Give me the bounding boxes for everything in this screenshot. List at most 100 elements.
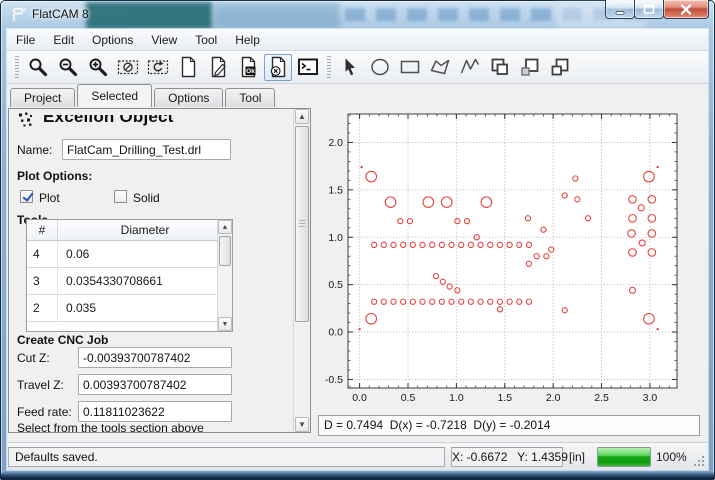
panel-scrollbar[interactable]: ▲ ▼ xyxy=(293,109,310,432)
zoom-out-icon xyxy=(57,56,79,78)
maximize-button[interactable] xyxy=(634,0,664,19)
zoom-fit-icon xyxy=(27,56,49,78)
zoom-fit-button[interactable] xyxy=(24,54,52,81)
tab-selected[interactable]: Selected xyxy=(77,84,152,107)
menu-item-view[interactable]: View xyxy=(142,29,186,50)
travelz-label: Travel Z: xyxy=(17,378,64,392)
tool-diameter-cell: 0.06 xyxy=(58,241,232,267)
toolbar-handle[interactable] xyxy=(15,56,19,78)
tools-hint: Select from the tools section above xyxy=(17,421,204,433)
drill-point xyxy=(360,166,362,168)
progress-percent-label: 100% xyxy=(656,447,687,467)
tool-diameter-cell: 0.0354330708661 xyxy=(58,268,232,294)
x-tick-label: 0.5 xyxy=(401,392,416,404)
resize-grip[interactable] xyxy=(693,455,706,468)
tab-project[interactable]: Project xyxy=(10,88,75,107)
scrollbar-thumb[interactable] xyxy=(219,236,231,266)
tab-options[interactable]: Options xyxy=(154,88,223,107)
scroll-up-icon[interactable]: ▲ xyxy=(295,109,309,124)
save-ok-icon: Ok xyxy=(237,56,259,78)
tool-row[interactable]: 30.0354330708661 xyxy=(27,268,232,295)
pointer-button[interactable] xyxy=(336,54,364,81)
subtract-button[interactable] xyxy=(516,54,544,81)
glass-reflection xyxy=(214,3,340,28)
tool-diameter-cell: 0.035 xyxy=(58,295,232,321)
zoom-out-button[interactable] xyxy=(54,54,82,81)
solid-checkbox-label[interactable]: Solid xyxy=(133,191,160,205)
selected-tab-panel: Excellon Object Name: Plot Options: Plot… xyxy=(8,108,311,433)
plot-checkbox-label[interactable]: Plot xyxy=(39,191,60,205)
tool-number-cell: 2 xyxy=(27,295,58,321)
menu-item-options[interactable]: Options xyxy=(83,29,142,50)
delete-object-button[interactable] xyxy=(264,54,292,81)
open-project-icon xyxy=(207,56,229,78)
draw-polyline-button[interactable] xyxy=(456,54,484,81)
x-tick-label: 1.5 xyxy=(497,392,512,404)
open-project-button[interactable] xyxy=(204,54,232,81)
toolbar-handle[interactable] xyxy=(327,56,331,78)
window-controls xyxy=(606,0,709,19)
scrollbar-thumb[interactable] xyxy=(295,126,309,322)
menu-item-file[interactable]: File xyxy=(7,29,44,50)
y-tick-label: -0.5 xyxy=(325,374,343,386)
tools-table-body: 40.0630.035433070866120.035 xyxy=(27,241,232,322)
shell-button[interactable] xyxy=(294,54,322,81)
plot-checkbox[interactable] xyxy=(20,190,33,203)
cutz-label: Cut Z: xyxy=(17,351,50,365)
statusbar: Defaults saved. X: -0.6672 Y: 1.4359 [in… xyxy=(7,442,708,470)
cnc-section-title: Create CNC Job xyxy=(17,333,108,347)
cutz-input[interactable] xyxy=(78,347,232,368)
tools-table-scrollbar[interactable]: ▲ ▼ xyxy=(217,220,232,331)
tool-row[interactable]: 40.06 xyxy=(27,241,232,268)
minimize-button[interactable] xyxy=(605,0,635,19)
scroll-down-icon[interactable]: ▼ xyxy=(218,317,232,331)
status-message: Defaults saved. xyxy=(8,447,445,467)
y-tick-label: 1.5 xyxy=(328,184,343,196)
save-ok-button[interactable]: Ok xyxy=(234,54,262,81)
name-input[interactable] xyxy=(62,139,231,160)
drill-point xyxy=(656,166,658,168)
flatcam-window: FlatCAM 8 FileEditOptionsViewToolHelp Ok… xyxy=(0,0,715,480)
new-project-icon xyxy=(177,56,199,78)
scroll-up-icon[interactable]: ▲ xyxy=(218,220,232,234)
solid-checkbox[interactable] xyxy=(114,190,127,203)
name-label: Name: xyxy=(17,143,52,157)
cursor-coordinates: X: -0.6672 Y: 1.4359 xyxy=(451,447,563,467)
tools-table[interactable]: # Diameter 40.0630.035433070866120.035 ▲… xyxy=(26,219,233,332)
x-tick-label: 1.0 xyxy=(449,392,464,404)
clear-plot-button[interactable] xyxy=(114,54,142,81)
new-project-button[interactable] xyxy=(174,54,202,81)
plot-options-label: Plot Options: xyxy=(17,169,92,183)
object-title-clip: Excellon Object xyxy=(43,115,174,129)
draw-rectangle-button[interactable] xyxy=(396,54,424,81)
menu-item-help[interactable]: Help xyxy=(226,29,269,50)
menu-item-edit[interactable]: Edit xyxy=(44,29,83,50)
units-label: [in] xyxy=(569,447,585,467)
plot-figure-svg[interactable]: 0.00.51.01.52.02.53.0-0.50.00.51.01.52.0 xyxy=(318,110,701,412)
progress-bar xyxy=(597,447,651,467)
tool-number-cell: 3 xyxy=(27,268,58,294)
zoom-in-button[interactable] xyxy=(84,54,112,81)
x-tick-label: 2.0 xyxy=(546,392,561,404)
scroll-down-icon[interactable]: ▼ xyxy=(295,417,309,432)
draw-circle-button[interactable] xyxy=(366,54,394,81)
intersect-button[interactable] xyxy=(546,54,574,81)
menu-item-tool[interactable]: Tool xyxy=(186,29,226,50)
travelz-input[interactable] xyxy=(78,374,232,395)
y-tick-label: 0.0 xyxy=(328,327,343,339)
tab-tool[interactable]: Tool xyxy=(225,88,275,107)
draw-rectangle-icon xyxy=(399,56,421,78)
titlebar[interactable]: FlatCAM 8 xyxy=(0,0,715,29)
close-button[interactable] xyxy=(663,0,709,19)
tool-row[interactable]: 20.035 xyxy=(27,295,232,322)
glass-reflection xyxy=(345,8,645,21)
intersect-icon xyxy=(549,56,571,78)
draw-polygon-button[interactable] xyxy=(426,54,454,81)
replot-button[interactable] xyxy=(144,54,172,81)
measurement-readout: D = 0.7494 D(x) = -0.7218 D(y) = -0.2014 xyxy=(318,415,700,436)
progress-fill xyxy=(598,448,650,466)
union-button[interactable] xyxy=(486,54,514,81)
feedrate-input[interactable] xyxy=(78,401,232,422)
object-header: Excellon Object xyxy=(17,111,174,129)
plot-canvas[interactable]: 0.00.51.01.52.02.53.0-0.50.00.51.01.52.0 xyxy=(318,110,701,412)
